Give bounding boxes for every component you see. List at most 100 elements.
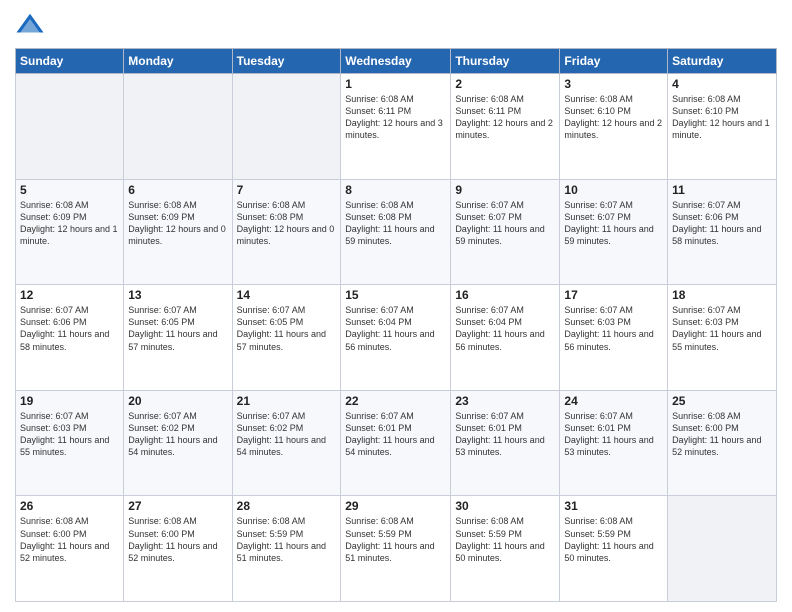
day-number: 14 <box>237 288 337 302</box>
calendar-cell: 7Sunrise: 6:08 AM Sunset: 6:08 PM Daylig… <box>232 179 341 285</box>
calendar-cell: 4 Sunrise: 6:08 AM Sunset: 6:10 PM Daylig… <box>668 74 777 180</box>
calendar-cell: 31Sunrise: 6:08 AM Sunset: 5:59 PM Dayli… <box>560 496 668 602</box>
calendar-cell <box>16 74 124 180</box>
calendar-cell: 12 Sunrise: 6:07 AM Sunset: 6:06 PM Dayli… <box>16 285 124 391</box>
calendar-cell: 17Sunrise: 6:07 AM Sunset: 6:03 PM Dayli… <box>560 285 668 391</box>
day-info: Sunrise: 6:07 AM Sunset: 6:02 PM Dayligh… <box>128 410 227 459</box>
day-number: 29 <box>345 499 446 513</box>
calendar-cell <box>232 74 341 180</box>
calendar-day-header: Friday <box>560 49 668 74</box>
day-number: 26 <box>20 499 119 513</box>
day-info: Sunrise: 6:08 AM Sunset: 6:11 PM Dayligh… <box>455 93 555 142</box>
calendar-cell: 10 Sunrise: 6:07 AM Sunset: 6:07 PM Dayli… <box>560 179 668 285</box>
day-info: Sunrise: 6:07 AM Sunset: 6:02 PM Dayligh… <box>237 410 337 459</box>
day-info: Sunrise: 6:08 AM Sunset: 5:59 PM Dayligh… <box>345 515 446 564</box>
calendar-cell: 14 Sunrise: 6:07 AM Sunset: 6:05 PM Dayli… <box>232 285 341 391</box>
day-number: 11 <box>672 183 772 197</box>
calendar-week-row: 19Sunrise: 6:07 AM Sunset: 6:03 PM Dayli… <box>16 390 777 496</box>
day-number: 7 <box>237 183 337 197</box>
day-info: Sunrise: 6:07 AM Sunset: 6:06 PM Dayligh… <box>20 304 119 353</box>
calendar-cell: 9 Sunrise: 6:07 AM Sunset: 6:07 PM Daylig… <box>451 179 560 285</box>
calendar-week-row: 12 Sunrise: 6:07 AM Sunset: 6:06 PM Dayli… <box>16 285 777 391</box>
calendar-cell: 6 Sunrise: 6:08 AM Sunset: 6:09 PM Daylig… <box>124 179 232 285</box>
calendar-week-row: 26 Sunrise: 6:08 AM Sunset: 6:00 PM Dayli… <box>16 496 777 602</box>
calendar-cell: 2 Sunrise: 6:08 AM Sunset: 6:11 PM Daylig… <box>451 74 560 180</box>
day-info: Sunrise: 6:08 AM Sunset: 5:59 PM Dayligh… <box>237 515 337 564</box>
day-number: 1 <box>345 77 446 91</box>
calendar-cell: 11Sunrise: 6:07 AM Sunset: 6:06 PM Dayli… <box>668 179 777 285</box>
logo <box>15 10 49 40</box>
calendar-cell: 29 Sunrise: 6:08 AM Sunset: 5:59 PM Dayli… <box>341 496 451 602</box>
calendar-day-header: Thursday <box>451 49 560 74</box>
day-info: Sunrise: 6:08 AM Sunset: 6:10 PM Dayligh… <box>564 93 663 142</box>
day-number: 27 <box>128 499 227 513</box>
calendar-cell: 30 Sunrise: 6:08 AM Sunset: 5:59 PM Dayli… <box>451 496 560 602</box>
day-number: 3 <box>564 77 663 91</box>
day-info: Sunrise: 6:07 AM Sunset: 6:05 PM Dayligh… <box>237 304 337 353</box>
day-number: 5 <box>20 183 119 197</box>
day-info: Sunrise: 6:07 AM Sunset: 6:01 PM Dayligh… <box>455 410 555 459</box>
day-number: 20 <box>128 394 227 408</box>
day-number: 31 <box>564 499 663 513</box>
calendar-cell: 22 Sunrise: 6:07 AM Sunset: 6:01 PM Dayli… <box>341 390 451 496</box>
day-number: 28 <box>237 499 337 513</box>
day-number: 24 <box>564 394 663 408</box>
day-info: Sunrise: 6:08 AM Sunset: 6:11 PM Dayligh… <box>345 93 446 142</box>
day-number: 22 <box>345 394 446 408</box>
logo-icon <box>15 10 45 40</box>
calendar-cell: 1 Sunrise: 6:08 AM Sunset: 6:11 PM Daylig… <box>341 74 451 180</box>
calendar-table: SundayMondayTuesdayWednesdayThursdayFrid… <box>15 48 777 602</box>
calendar-cell: 26 Sunrise: 6:08 AM Sunset: 6:00 PM Dayli… <box>16 496 124 602</box>
day-info: Sunrise: 6:07 AM Sunset: 6:03 PM Dayligh… <box>672 304 772 353</box>
day-info: Sunrise: 6:07 AM Sunset: 6:05 PM Dayligh… <box>128 304 227 353</box>
day-number: 23 <box>455 394 555 408</box>
day-number: 12 <box>20 288 119 302</box>
day-number: 25 <box>672 394 772 408</box>
day-info: Sunrise: 6:08 AM Sunset: 6:00 PM Dayligh… <box>20 515 119 564</box>
calendar-cell: 23 Sunrise: 6:07 AM Sunset: 6:01 PM Dayli… <box>451 390 560 496</box>
calendar-cell: 13Sunrise: 6:07 AM Sunset: 6:05 PM Dayli… <box>124 285 232 391</box>
calendar-cell: 20 Sunrise: 6:07 AM Sunset: 6:02 PM Dayli… <box>124 390 232 496</box>
calendar-header-row: SundayMondayTuesdayWednesdayThursdayFrid… <box>16 49 777 74</box>
calendar-cell: 5 Sunrise: 6:08 AM Sunset: 6:09 PM Daylig… <box>16 179 124 285</box>
day-info: Sunrise: 6:07 AM Sunset: 6:07 PM Dayligh… <box>455 199 555 248</box>
day-info: Sunrise: 6:08 AM Sunset: 6:10 PM Dayligh… <box>672 93 772 142</box>
calendar-cell: 3 Sunrise: 6:08 AM Sunset: 6:10 PM Daylig… <box>560 74 668 180</box>
day-number: 16 <box>455 288 555 302</box>
calendar-day-header: Wednesday <box>341 49 451 74</box>
day-number: 9 <box>455 183 555 197</box>
day-info: Sunrise: 6:07 AM Sunset: 6:04 PM Dayligh… <box>455 304 555 353</box>
calendar-cell: 19Sunrise: 6:07 AM Sunset: 6:03 PM Dayli… <box>16 390 124 496</box>
day-number: 8 <box>345 183 446 197</box>
day-info: Sunrise: 6:08 AM Sunset: 6:00 PM Dayligh… <box>672 410 772 459</box>
day-number: 21 <box>237 394 337 408</box>
calendar-cell: 18 Sunrise: 6:07 AM Sunset: 6:03 PM Dayli… <box>668 285 777 391</box>
day-info: Sunrise: 6:07 AM Sunset: 6:01 PM Dayligh… <box>345 410 446 459</box>
day-info: Sunrise: 6:08 AM Sunset: 6:09 PM Dayligh… <box>20 199 119 248</box>
day-number: 6 <box>128 183 227 197</box>
day-info: Sunrise: 6:07 AM Sunset: 6:07 PM Dayligh… <box>564 199 663 248</box>
day-number: 18 <box>672 288 772 302</box>
header <box>15 10 777 40</box>
day-info: Sunrise: 6:08 AM Sunset: 6:09 PM Dayligh… <box>128 199 227 248</box>
calendar-day-header: Sunday <box>16 49 124 74</box>
calendar-cell: 8 Sunrise: 6:08 AM Sunset: 6:08 PM Daylig… <box>341 179 451 285</box>
calendar-cell: 24Sunrise: 6:07 AM Sunset: 6:01 PM Dayli… <box>560 390 668 496</box>
day-number: 19 <box>20 394 119 408</box>
day-number: 4 <box>672 77 772 91</box>
day-info: Sunrise: 6:08 AM Sunset: 5:59 PM Dayligh… <box>455 515 555 564</box>
day-number: 15 <box>345 288 446 302</box>
calendar-cell: 25 Sunrise: 6:08 AM Sunset: 6:00 PM Dayli… <box>668 390 777 496</box>
calendar-week-row: 1 Sunrise: 6:08 AM Sunset: 6:11 PM Daylig… <box>16 74 777 180</box>
day-number: 2 <box>455 77 555 91</box>
day-number: 10 <box>564 183 663 197</box>
calendar-day-header: Tuesday <box>232 49 341 74</box>
day-number: 30 <box>455 499 555 513</box>
calendar-cell <box>124 74 232 180</box>
calendar-cell: 21 Sunrise: 6:07 AM Sunset: 6:02 PM Dayli… <box>232 390 341 496</box>
calendar-cell: 15 Sunrise: 6:07 AM Sunset: 6:04 PM Dayli… <box>341 285 451 391</box>
day-number: 17 <box>564 288 663 302</box>
day-info: Sunrise: 6:07 AM Sunset: 6:04 PM Dayligh… <box>345 304 446 353</box>
page: SundayMondayTuesdayWednesdayThursdayFrid… <box>0 0 792 612</box>
day-info: Sunrise: 6:08 AM Sunset: 6:08 PM Dayligh… <box>345 199 446 248</box>
